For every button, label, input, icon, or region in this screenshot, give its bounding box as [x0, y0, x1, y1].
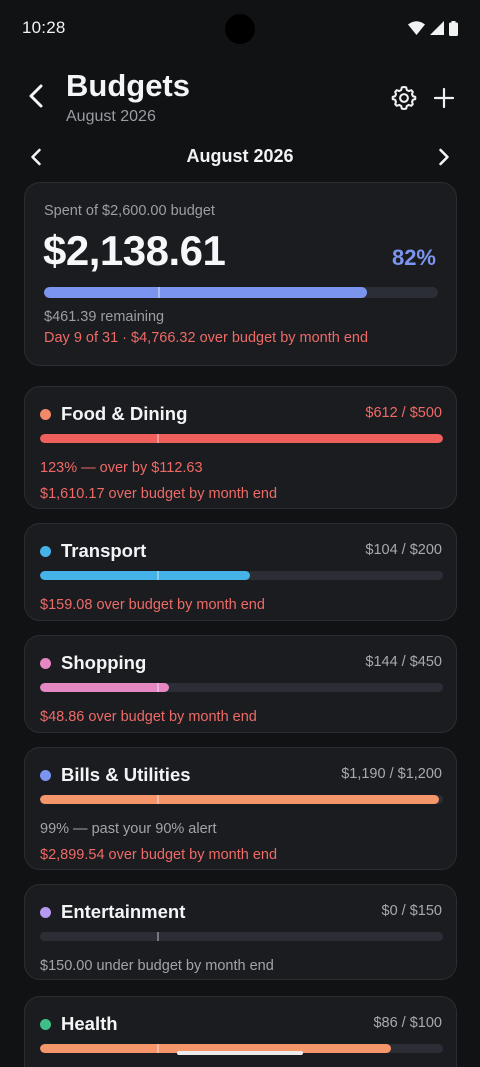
summary-label: Spent of $2,600.00 budget	[44, 203, 215, 219]
home-indicator	[177, 1051, 303, 1055]
category-card[interactable]: Shopping $144 / $450 $48.86 over budget by…	[24, 635, 457, 733]
category-color-dot	[40, 769, 51, 781]
budget-summary-card: Spent of $2,600.00 budget $2,138.61 82% …	[24, 182, 457, 366]
chevron-right-icon	[439, 148, 449, 166]
day-marker	[156, 932, 159, 941]
category-alert-text: $48.86 over budget by month end	[40, 709, 257, 725]
category-progress-bar	[40, 434, 443, 443]
status-icons	[408, 20, 458, 36]
category-progress-fill	[40, 571, 250, 580]
category-name: Shopping	[61, 652, 147, 673]
day-marker	[158, 287, 161, 298]
summary-remaining: $461.39 remaining	[44, 309, 165, 325]
summary-progress-bar	[44, 287, 438, 298]
category-progress-bar	[40, 795, 443, 804]
category-name: Health	[61, 1013, 118, 1034]
signal-icon	[430, 21, 444, 35]
category-card[interactable]: Health$86 / $10087% — past your 80% aler…	[24, 996, 457, 1067]
summary-progress-fill	[44, 287, 368, 298]
category-color-dot	[40, 906, 51, 918]
category-alert-text: $2,899.54 over budget by month end	[40, 847, 278, 863]
category-color-dot	[40, 545, 51, 557]
category-title-row: Transport	[40, 540, 146, 562]
category-progress-bar	[40, 683, 443, 692]
category-progress-fill	[40, 795, 439, 804]
category-name: Food & Dining	[61, 403, 188, 424]
plus-icon	[434, 88, 454, 108]
chevron-left-icon	[29, 84, 43, 108]
category-name: Entertainment	[61, 901, 186, 922]
category-card[interactable]: Transport $104 / $200 $159.08 over budget …	[24, 523, 457, 621]
category-card[interactable]: Bills & Utilities $1,190 / $1,200 99% — pa…	[24, 747, 457, 870]
category-title-row: Food & Dining	[40, 403, 187, 425]
category-title-row: Shopping	[40, 652, 146, 674]
page-subtitle: August 2026	[66, 108, 156, 125]
category-progress-bar	[40, 571, 443, 580]
add-budget-button[interactable]	[430, 84, 458, 112]
category-amounts: $86 / $100	[373, 1015, 442, 1031]
category-card[interactable]: Food & Dining $612 / $500 123% — over by $…	[24, 386, 457, 509]
day-marker	[156, 795, 159, 804]
app-header: Budgets August 2026	[0, 64, 480, 134]
camera-cutout	[225, 14, 255, 44]
page-title: Budgets	[66, 68, 190, 103]
wifi-icon	[408, 21, 425, 35]
gear-icon	[391, 85, 417, 111]
category-card[interactable]: Entertainment $0 / $150 $150.00 under budg…	[24, 884, 457, 980]
category-title-row: Bills & Utilities	[40, 764, 191, 786]
month-nav: August 2026	[0, 140, 480, 174]
month-label: August 2026	[186, 146, 294, 166]
category-name: Transport	[61, 540, 147, 561]
battery-icon	[449, 20, 458, 36]
category-amounts: $612 / $500	[365, 405, 442, 421]
category-name: Bills & Utilities	[61, 764, 191, 785]
summary-spent-amount: $2,138.61	[43, 227, 226, 274]
category-status-text: $150.00 under budget by month end	[40, 958, 274, 974]
category-color-dot	[40, 1018, 51, 1030]
category-title-row: Entertainment	[40, 901, 185, 923]
category-progress-fill	[40, 683, 169, 692]
category-title-row: Health	[40, 1013, 118, 1035]
next-month-button[interactable]	[432, 144, 456, 170]
category-color-dot	[40, 408, 51, 420]
back-button[interactable]	[22, 82, 50, 110]
category-amounts: $104 / $200	[365, 542, 442, 558]
summary-percent: 82%	[391, 245, 436, 270]
category-amounts: $144 / $450	[365, 654, 442, 670]
category-amounts: $0 / $150	[381, 903, 442, 919]
summary-forecast: Day 9 of 31 · $4,766.32 over budget by m…	[44, 330, 369, 346]
category-color-dot	[40, 657, 51, 669]
day-marker	[156, 571, 159, 580]
settings-button[interactable]	[390, 84, 418, 112]
day-marker	[156, 683, 159, 692]
category-progress-fill	[40, 434, 443, 443]
category-progress-bar	[40, 932, 443, 941]
status-time: 10:28	[22, 18, 66, 37]
category-alert-text: 123% — over by $112.63	[40, 460, 203, 476]
day-marker	[156, 434, 159, 443]
day-marker	[156, 1044, 159, 1053]
category-status-text: 99% — past your 90% alert	[40, 821, 217, 837]
category-alert-text: $159.08 over budget by month end	[40, 597, 265, 613]
category-alert-text: $1,610.17 over budget by month end	[40, 486, 278, 502]
category-amounts: $1,190 / $1,200	[341, 766, 442, 782]
